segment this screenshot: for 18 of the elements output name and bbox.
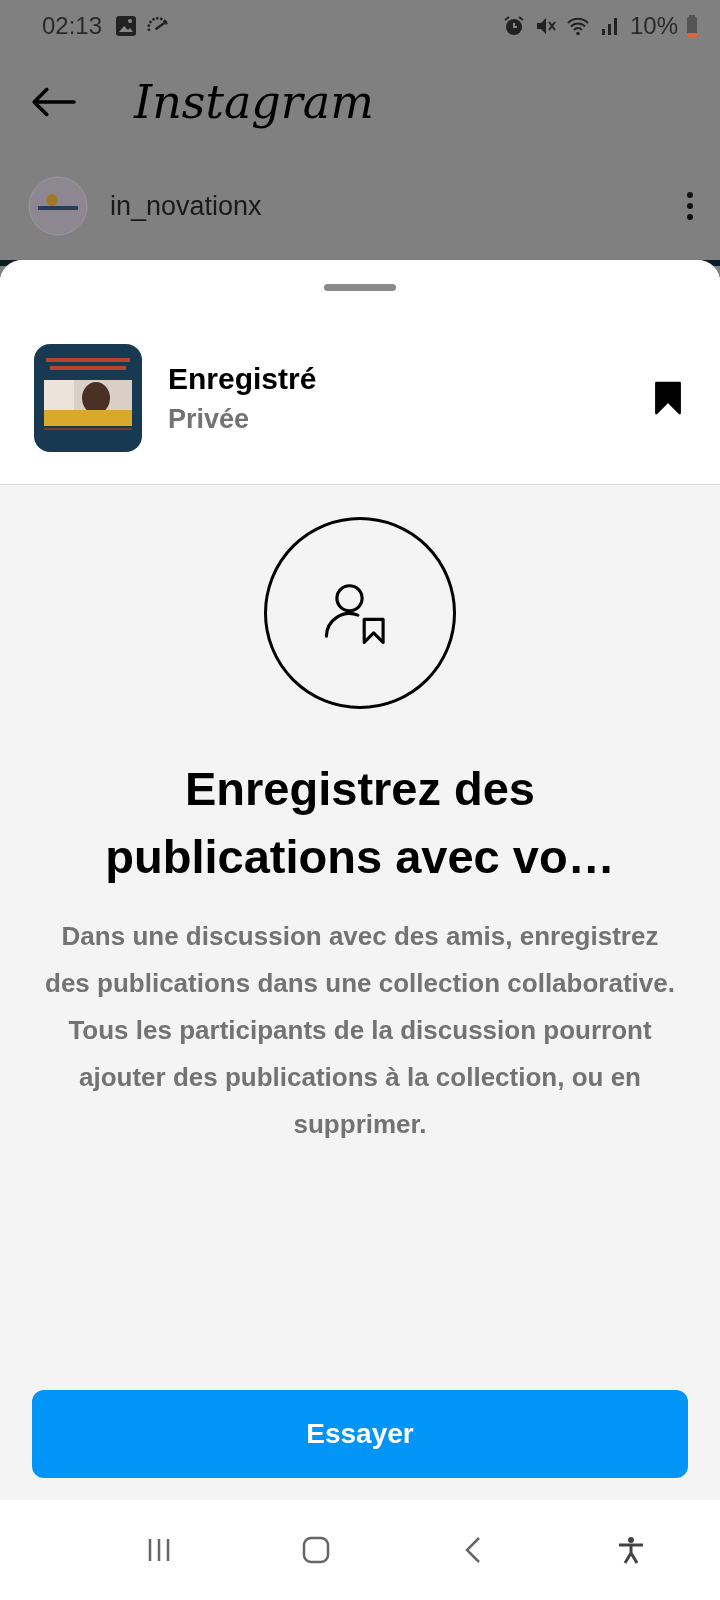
battery-level: 10% bbox=[629, 12, 678, 40]
avatar-icon bbox=[28, 176, 88, 236]
more-options-icon bbox=[686, 191, 694, 221]
back-button[interactable] bbox=[30, 85, 78, 119]
collection-privacy: Privée bbox=[168, 403, 251, 435]
home-icon bbox=[301, 1535, 332, 1565]
collection-icon bbox=[264, 517, 456, 709]
drag-handle[interactable] bbox=[324, 284, 396, 291]
status-time: 02:13 bbox=[42, 12, 103, 40]
empty-state-title: Enregistrez des publications avec vo… bbox=[104, 761, 616, 885]
back-arrow-icon bbox=[30, 86, 76, 118]
collection-title: Enregistré bbox=[168, 361, 318, 396]
username[interactable]: in_novationx bbox=[110, 190, 262, 222]
empty-state-description: Dans une discussion avec des amis, enregistrez des publications dans une collection collaborative. Tous les participants de la discussion pourront ajouter des publications à la collection, ou en supprimer. bbox=[44, 920, 676, 1141]
instagram-logo: Instagram bbox=[134, 75, 374, 129]
image-icon bbox=[114, 14, 139, 38]
try-button[interactable]: Essayer bbox=[32, 1390, 688, 1478]
battery-icon bbox=[686, 14, 698, 38]
